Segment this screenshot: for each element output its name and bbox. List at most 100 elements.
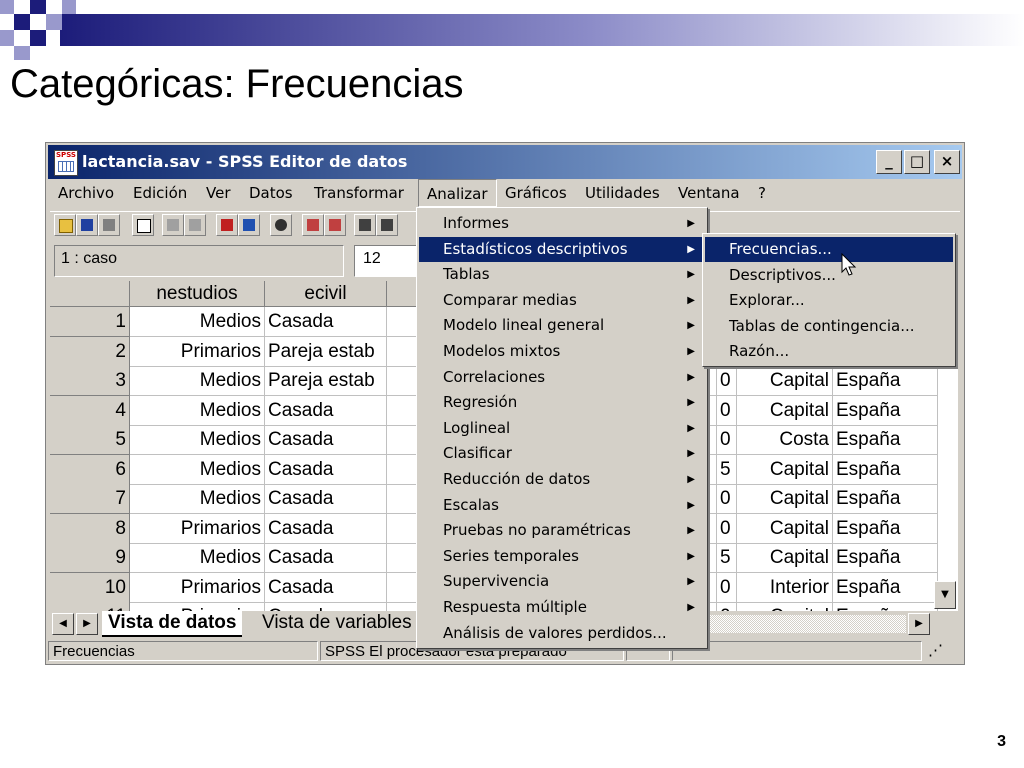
- cell-nestudios[interactable]: Primarios: [130, 572, 265, 603]
- cell-ecivil[interactable]: Casada: [265, 572, 387, 603]
- cell-value[interactable]: 5: [717, 543, 737, 573]
- cell-nestudios[interactable]: Primarios: [130, 602, 265, 611]
- descriptivos-2[interactable]: Explorar...: [705, 288, 953, 313]
- cell-nestudios[interactable]: Medios: [130, 454, 265, 485]
- cell-value[interactable]: 0: [717, 572, 737, 603]
- find-icon[interactable]: [270, 214, 292, 236]
- analizar-10[interactable]: Reducción de datos ▶: [419, 467, 705, 492]
- cell-zona[interactable]: Capital: [737, 366, 833, 396]
- analizar-12[interactable]: Pruebas no paramétricas ▶: [419, 518, 705, 543]
- cell-ecivil[interactable]: Casada: [265, 395, 387, 426]
- cell-pais[interactable]: España: [833, 395, 938, 426]
- cell-zona[interactable]: Capital: [737, 395, 833, 426]
- cell-nestudios[interactable]: Medios: [130, 543, 265, 573]
- column-header-nestudios[interactable]: nestudios: [130, 281, 265, 307]
- menu-ver[interactable]: Ver: [206, 184, 231, 202]
- cell-ecivil[interactable]: Casada: [265, 602, 387, 611]
- cell-nestudios[interactable]: Primarios: [130, 513, 265, 544]
- analizar-11[interactable]: Escalas ▶: [419, 493, 705, 518]
- split-file-icon[interactable]: [354, 214, 376, 236]
- menu-graficos[interactable]: Gráficos: [505, 184, 567, 202]
- row-number[interactable]: 9: [50, 543, 130, 573]
- save-icon[interactable]: [76, 214, 98, 236]
- cell-pais[interactable]: España: [833, 366, 938, 396]
- cell-zona[interactable]: Interior: [737, 572, 833, 603]
- menu-datos[interactable]: Datos: [249, 184, 293, 202]
- descriptivos-0[interactable]: Frecuencias...: [705, 237, 953, 262]
- menu-analizar[interactable]: Analizar: [418, 179, 497, 207]
- analizar-13[interactable]: Series temporales ▶: [419, 544, 705, 569]
- tab-scroll-left-arrow[interactable]: ◀: [52, 613, 74, 635]
- cell-pais[interactable]: España: [833, 513, 938, 544]
- resize-grip-icon[interactable]: ⋰: [924, 641, 960, 661]
- cell-pais[interactable]: España: [833, 543, 938, 573]
- menu-transformar[interactable]: Transformar: [314, 184, 404, 202]
- row-number[interactable]: 10: [50, 572, 130, 603]
- redo-icon[interactable]: [184, 214, 206, 236]
- cell-nestudios[interactable]: Medios: [130, 484, 265, 514]
- tab-scroll-right-arrow[interactable]: ▶: [76, 613, 98, 635]
- insert-variable-icon[interactable]: [324, 214, 346, 236]
- analizar-4[interactable]: Modelo lineal general ▶: [419, 313, 705, 338]
- analizar-8[interactable]: Loglineal ▶: [419, 416, 705, 441]
- analizar-15[interactable]: Respuesta múltiple ▶: [419, 595, 705, 620]
- maximize-button[interactable]: □: [904, 150, 930, 174]
- analizar-2[interactable]: Tablas ▶: [419, 262, 705, 287]
- analizar-6[interactable]: Correlaciones ▶: [419, 365, 705, 390]
- spss-app-icon[interactable]: SPSS: [54, 150, 78, 176]
- cell-ecivil[interactable]: Casada: [265, 307, 387, 337]
- row-number[interactable]: 6: [50, 454, 130, 485]
- row-number[interactable]: 2: [50, 336, 130, 367]
- descriptivos-3[interactable]: Tablas de contingencia...: [705, 314, 953, 339]
- cell-nestudios[interactable]: Medios: [130, 366, 265, 396]
- cell-pais[interactable]: España: [833, 602, 938, 611]
- column-header-ecivil[interactable]: ecivil: [265, 281, 387, 307]
- cell-value[interactable]: 0: [717, 513, 737, 544]
- weight-cases-icon[interactable]: [376, 214, 398, 236]
- scroll-right-arrow[interactable]: ▶: [908, 613, 930, 635]
- analizar-7[interactable]: Regresión ▶: [419, 390, 705, 415]
- row-number[interactable]: 4: [50, 395, 130, 426]
- cell-nestudios[interactable]: Medios: [130, 307, 265, 337]
- cell-value[interactable]: 0: [717, 366, 737, 396]
- grid-corner[interactable]: [50, 281, 130, 307]
- descriptivos-4[interactable]: Razón...: [705, 339, 953, 364]
- open-icon[interactable]: [54, 214, 76, 236]
- cell-zona[interactable]: Capital: [737, 484, 833, 514]
- row-number[interactable]: 5: [50, 425, 130, 455]
- row-number[interactable]: 3: [50, 366, 130, 396]
- menu-archivo[interactable]: Archivo: [58, 184, 114, 202]
- cell-pais[interactable]: España: [833, 572, 938, 603]
- menu-utilidades[interactable]: Utilidades: [585, 184, 660, 202]
- analizar-14[interactable]: Supervivencia ▶: [419, 569, 705, 594]
- scroll-down-arrow[interactable]: ▼: [934, 581, 956, 609]
- cell-nestudios[interactable]: Medios: [130, 395, 265, 426]
- menu-help[interactable]: ?: [758, 184, 766, 202]
- row-number[interactable]: 7: [50, 484, 130, 514]
- analizar-0[interactable]: Informes ▶: [419, 211, 705, 236]
- analizar-1[interactable]: Estadísticos descriptivos ▶: [419, 236, 705, 262]
- row-number[interactable]: 8: [50, 513, 130, 544]
- cell-value[interactable]: 0: [717, 425, 737, 455]
- cell-ecivil[interactable]: Casada: [265, 454, 387, 485]
- descriptivos-1[interactable]: Descriptivos...: [705, 263, 953, 288]
- row-number[interactable]: 11: [50, 602, 130, 611]
- cell-ecivil[interactable]: Pareja estab: [265, 366, 387, 396]
- cell-ecivil[interactable]: Casada: [265, 425, 387, 455]
- row-number[interactable]: 1: [50, 307, 130, 337]
- tab-vista-de-variables[interactable]: Vista de variables: [256, 611, 418, 635]
- insert-case-icon[interactable]: [302, 214, 324, 236]
- cell-value[interactable]: 0: [717, 484, 737, 514]
- analizar-5[interactable]: Modelos mixtos ▶: [419, 339, 705, 364]
- minimize-button[interactable]: _: [876, 150, 902, 174]
- cell-nestudios[interactable]: Primarios: [130, 336, 265, 367]
- variables-icon[interactable]: [238, 214, 260, 236]
- cell-value[interactable]: 0: [717, 602, 737, 611]
- menu-ventana[interactable]: Ventana: [678, 184, 740, 202]
- close-button[interactable]: ×: [934, 150, 960, 174]
- cell-ecivil[interactable]: Casada: [265, 513, 387, 544]
- title-bar[interactable]: SPSS lactancia.sav - SPSS Editor de dato…: [48, 145, 962, 179]
- dialog-recall-icon[interactable]: [132, 214, 154, 236]
- cell-zona[interactable]: Capital: [737, 602, 833, 611]
- undo-icon[interactable]: [162, 214, 184, 236]
